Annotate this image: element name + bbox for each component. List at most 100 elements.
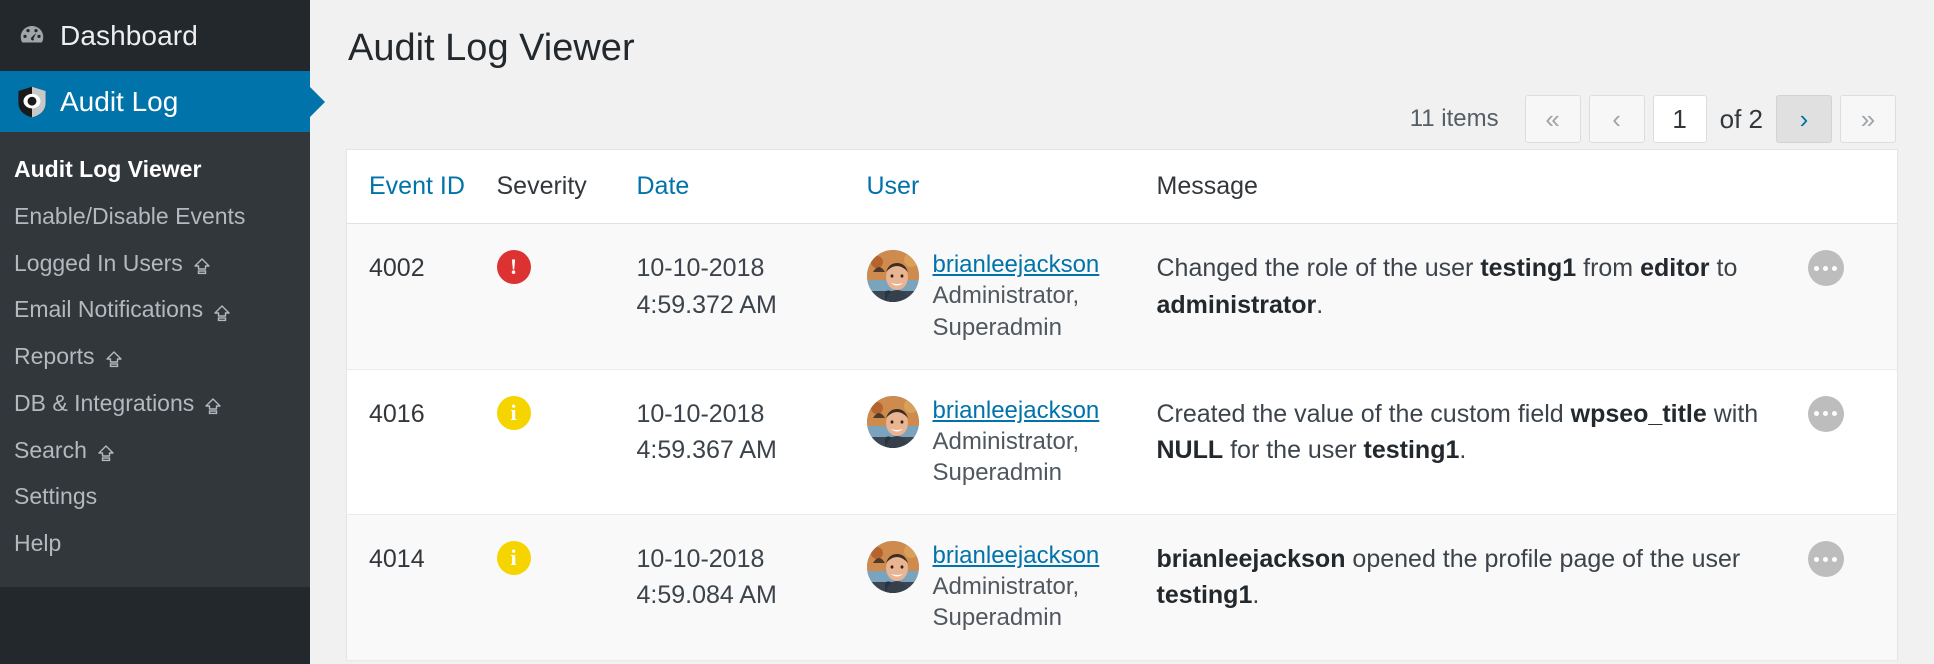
avatar (867, 250, 919, 302)
message-text: Created the value of the custom field wp… (1157, 396, 1808, 469)
cell-event-id: 4002 (347, 224, 497, 369)
date-time: 4:59.367 AM (637, 432, 867, 468)
premium-upgrade-icon (212, 302, 232, 322)
sidebar-item-search-label: Search (14, 436, 87, 465)
audit-log-table: Event ID Severity Date User Message 4002… (346, 149, 1898, 659)
sidebar-item-help-label: Help (14, 529, 61, 558)
message-text: Changed the role of the user testing1 fr… (1157, 250, 1808, 323)
cell-event-id: 4014 (347, 515, 497, 660)
sidebar-item-dashboard[interactable]: Dashboard (0, 0, 310, 71)
previous-page-button[interactable]: ‹ (1589, 95, 1645, 143)
sidebar-item-help[interactable]: Help (0, 520, 310, 567)
audit-log-viewer-page: Dashboard Audit Log Audit Log Viewer Ena… (0, 0, 1934, 664)
sidebar-item-email-notifications-label: Email Notifications (14, 295, 203, 324)
admin-sidebar: Dashboard Audit Log Audit Log Viewer Ena… (0, 0, 310, 664)
cell-severity: i (497, 369, 637, 514)
total-pages-label: of 2 (1720, 104, 1763, 135)
avatar (867, 396, 919, 448)
main-content: Audit Log Viewer 11 items « ‹ 1 of 2 › »… (310, 0, 1934, 664)
cell-message: Changed the role of the user testing1 fr… (1157, 224, 1808, 369)
page-title: Audit Log Viewer (346, 0, 1898, 73)
pagination-links: « ‹ 1 of 2 › » (1517, 95, 1896, 143)
sidebar-item-enable-disable-events-label: Enable/Disable Events (14, 202, 245, 231)
sidebar-item-db-integrations[interactable]: DB & Integrations (0, 380, 310, 427)
sidebar-item-email-notifications[interactable]: Email Notifications (0, 286, 310, 333)
table-head: Event ID Severity Date User Message (347, 150, 1898, 224)
severity-glyph: i (510, 547, 516, 569)
table-row[interactable]: 4002 ! 10-10-2018 4:59.372 AM (347, 224, 1898, 369)
table-row[interactable]: 4016 i 10-10-2018 4:59.367 AM (347, 369, 1898, 514)
sidebar-item-audit-log-viewer[interactable]: Audit Log Viewer (0, 146, 310, 193)
column-header-severity: Severity (497, 150, 637, 224)
severity-notice-icon: i (497, 396, 531, 430)
severity-critical-icon: ! (497, 250, 531, 284)
cell-user: brianleejackson Administrator, Superadmi… (867, 515, 1157, 660)
sidebar-item-reports[interactable]: Reports (0, 333, 310, 380)
cell-actions (1808, 515, 1898, 660)
table-header-row: Event ID Severity Date User Message (347, 150, 1898, 224)
sidebar-item-db-integrations-label: DB & Integrations (14, 389, 194, 418)
cell-message: Created the value of the custom field wp… (1157, 369, 1808, 514)
sidebar-item-settings[interactable]: Settings (0, 473, 310, 520)
date-day: 10-10-2018 (637, 396, 867, 432)
more-options-icon[interactable] (1808, 396, 1844, 432)
date-day: 10-10-2018 (637, 250, 867, 286)
table-body: 4002 ! 10-10-2018 4:59.372 AM (347, 224, 1898, 660)
sidebar-item-logged-in-users-label: Logged In Users (14, 249, 183, 278)
cell-severity: ! (497, 224, 637, 369)
column-header-actions (1808, 150, 1898, 224)
audit-log-submenu: Audit Log Viewer Enable/Disable Events L… (0, 132, 310, 587)
table-row[interactable]: 4014 i 10-10-2018 4:59.084 AM (347, 515, 1898, 660)
sidebar-item-enable-disable-events[interactable]: Enable/Disable Events (0, 193, 310, 240)
items-count-label: 11 items (1410, 105, 1499, 133)
cell-date: 10-10-2018 4:59.084 AM (637, 515, 867, 660)
premium-upgrade-icon (203, 395, 223, 415)
cell-severity: i (497, 515, 637, 660)
premium-upgrade-icon (192, 255, 212, 275)
premium-upgrade-icon (104, 348, 124, 368)
cell-user: brianleejackson Administrator, Superadmi… (867, 369, 1157, 514)
avatar (867, 541, 919, 593)
sidebar-item-settings-label: Settings (14, 482, 97, 511)
sidebar-item-search[interactable]: Search (0, 427, 310, 474)
user-roles: Administrator, Superadmin (933, 280, 1157, 342)
audit-log-shield-eye-icon (10, 80, 54, 124)
user-login-link[interactable]: brianleejackson (933, 541, 1157, 571)
message-text: brianleejackson opened the profile page … (1157, 541, 1808, 614)
column-header-user[interactable]: User (867, 150, 1157, 224)
cell-date: 10-10-2018 4:59.367 AM (637, 369, 867, 514)
sidebar-item-dashboard-label: Dashboard (60, 20, 198, 52)
cell-date: 10-10-2018 4:59.372 AM (637, 224, 867, 369)
column-header-date[interactable]: Date (637, 150, 867, 224)
sidebar-item-audit-log-label: Audit Log (60, 86, 178, 118)
sidebar-item-logged-in-users[interactable]: Logged In Users (0, 240, 310, 287)
more-options-icon[interactable] (1808, 250, 1844, 286)
column-header-message: Message (1157, 150, 1808, 224)
column-header-event-id[interactable]: Event ID (347, 150, 497, 224)
sidebar-item-reports-label: Reports (14, 342, 95, 371)
premium-upgrade-icon (96, 442, 116, 462)
first-page-button[interactable]: « (1525, 95, 1581, 143)
date-time: 4:59.372 AM (637, 287, 867, 323)
last-page-button[interactable]: » (1840, 95, 1896, 143)
severity-glyph: i (510, 402, 516, 424)
user-roles: Administrator, Superadmin (933, 426, 1157, 488)
cell-actions (1808, 369, 1898, 514)
dashboard-gauge-icon (10, 14, 54, 58)
sidebar-item-audit-log-viewer-label: Audit Log Viewer (14, 155, 201, 184)
cell-message: brianleejackson opened the profile page … (1157, 515, 1808, 660)
cell-actions (1808, 224, 1898, 369)
severity-notice-icon: i (497, 541, 531, 575)
date-time: 4:59.084 AM (637, 577, 867, 613)
user-roles: Administrator, Superadmin (933, 571, 1157, 633)
sidebar-item-audit-log[interactable]: Audit Log (0, 71, 310, 132)
table-navigation-top: 11 items « ‹ 1 of 2 › » (346, 89, 1898, 149)
next-page-button[interactable]: › (1776, 95, 1832, 143)
current-page-input[interactable]: 1 (1653, 95, 1707, 143)
severity-glyph: ! (510, 256, 517, 278)
cell-user: brianleejackson Administrator, Superadmi… (867, 224, 1157, 369)
cell-event-id: 4016 (347, 369, 497, 514)
user-login-link[interactable]: brianleejackson (933, 396, 1157, 426)
more-options-icon[interactable] (1808, 541, 1844, 577)
user-login-link[interactable]: brianleejackson (933, 250, 1157, 280)
